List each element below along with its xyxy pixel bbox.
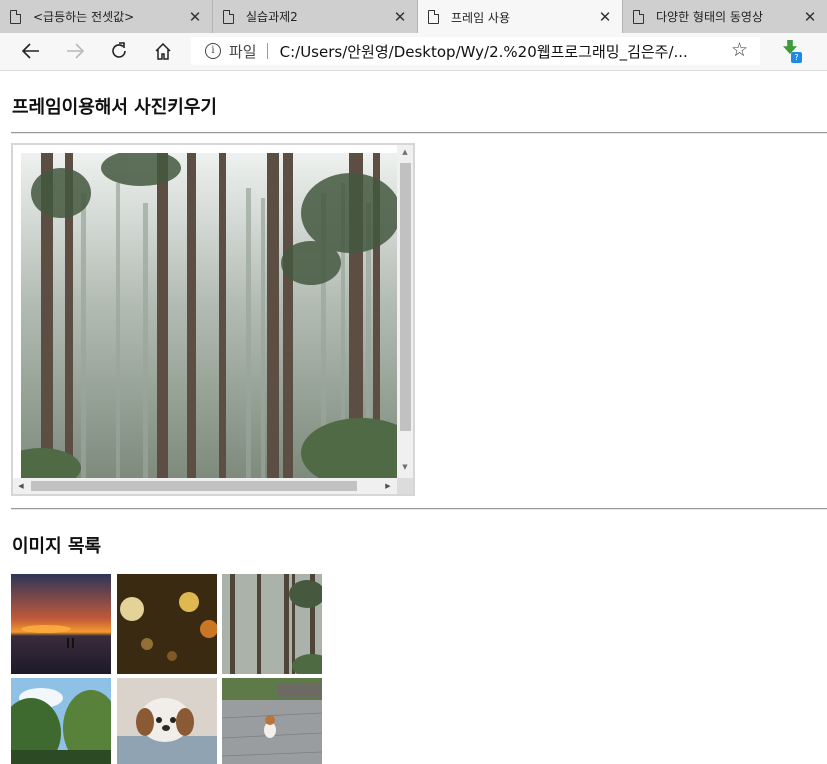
refresh-icon[interactable] <box>105 38 133 64</box>
close-icon[interactable]: ✕ <box>801 8 819 26</box>
divider <box>11 132 827 134</box>
url-text[interactable]: C:/Users/안원영/Desktop/Wy/2.%20웹프로그래밍_김은주/… <box>280 41 710 62</box>
vertical-scrollbar[interactable]: ▲ ▼ <box>397 145 413 478</box>
star-icon[interactable]: ☆ <box>731 39 748 61</box>
extension-badge: ? <box>791 52 802 63</box>
close-icon[interactable]: ✕ <box>186 8 204 26</box>
scroll-up-icon[interactable]: ▲ <box>397 145 413 159</box>
tab-strip: <급등하는 전셋값> ✕ 실습과제2 ✕ 프레임 사용 ✕ 다양한 형태의 동영… <box>0 0 827 34</box>
scroll-right-icon[interactable]: ▶ <box>381 478 395 494</box>
page-icon <box>633 9 644 24</box>
tab-3[interactable]: 다양한 형태의 동영상 ✕ <box>623 0 827 33</box>
thumbnail-puppy-path[interactable] <box>222 678 322 764</box>
page-icon <box>10 9 21 24</box>
tab-2[interactable]: 프레임 사용 ✕ <box>418 0 623 34</box>
tab-title: 프레임 사용 <box>451 10 511 25</box>
image-frame[interactable]: ▲ ▼ ◀ ▶ <box>11 143 415 496</box>
tab-0[interactable]: <급등하는 전셋값> ✕ <box>0 0 213 33</box>
forest-image <box>21 153 399 479</box>
thumbnail-palm-trees[interactable] <box>11 678 111 764</box>
thumbnail-forest[interactable] <box>222 574 322 674</box>
section-title: 이미지 목록 <box>12 536 102 557</box>
home-icon[interactable] <box>149 38 177 64</box>
horizontal-scrollbar[interactable]: ◀ ▶ <box>13 478 397 494</box>
thumbnail-rain-bokeh[interactable] <box>117 574 217 674</box>
page-icon <box>428 10 439 24</box>
divider <box>266 43 268 59</box>
info-icon[interactable]: i <box>205 43 221 59</box>
scrollbar-thumb[interactable] <box>31 481 357 491</box>
page-icon <box>223 9 234 24</box>
page-content: 프레임이용해서 사진키우기 ▲ ▼ ◀ ▶ 이미지 목록 <box>0 71 827 764</box>
page-title: 프레임이용해서 사진키우기 <box>12 97 217 118</box>
forward-icon[interactable] <box>61 38 89 64</box>
scrollbar-corner <box>397 478 413 494</box>
scheme-label: 파일 <box>229 42 257 61</box>
back-icon[interactable] <box>17 38 45 64</box>
tab-title: 다양한 형태의 동영상 <box>656 10 763 24</box>
divider <box>11 508 827 510</box>
tab-title: <급등하는 전셋값> <box>33 10 135 24</box>
scroll-down-icon[interactable]: ▼ <box>397 460 413 474</box>
address-bar[interactable]: i 파일 C:/Users/안원영/Desktop/Wy/2.%20웹프로그래밍… <box>191 37 760 65</box>
download-extension-icon[interactable]: ? <box>780 40 802 64</box>
close-icon[interactable]: ✕ <box>596 8 614 26</box>
scroll-left-icon[interactable]: ◀ <box>14 478 28 494</box>
thumbnail-puppy-blanket[interactable] <box>117 678 217 764</box>
tab-1[interactable]: 실습과제2 ✕ <box>213 0 418 33</box>
navigation-bar: i 파일 C:/Users/안원영/Desktop/Wy/2.%20웹프로그래밍… <box>0 33 827 71</box>
tab-title: 실습과제2 <box>246 10 298 24</box>
scrollbar-thumb[interactable] <box>400 163 411 431</box>
thumbnail-sunset[interactable] <box>11 574 111 674</box>
close-icon[interactable]: ✕ <box>391 8 409 26</box>
